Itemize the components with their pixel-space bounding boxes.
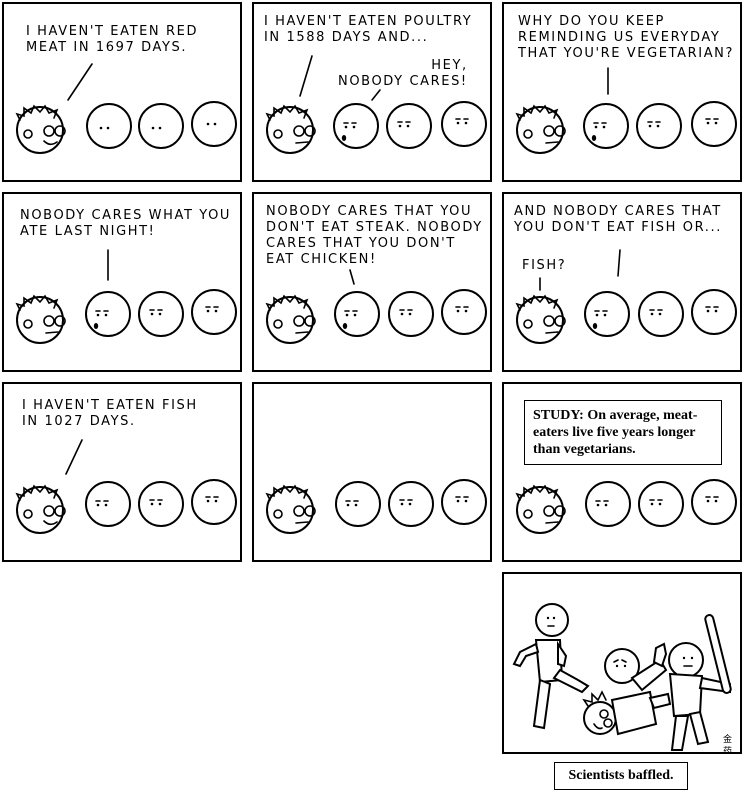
glasses-guy — [15, 104, 66, 154]
friend-2 — [138, 291, 184, 337]
comic-panel-5: Nobody cares that you don't eat steak. N… — [252, 192, 492, 372]
friend-3 — [691, 101, 737, 147]
friend-3 — [191, 289, 237, 335]
friend-2 — [636, 103, 682, 149]
glasses-guy — [15, 484, 66, 534]
friend-1 — [85, 291, 131, 337]
panel-drawing — [15, 249, 237, 344]
panel-drawing — [515, 249, 737, 344]
glasses-guy — [515, 294, 566, 344]
comic-panel-7: I haven't eaten fish in 1027 days. — [2, 382, 242, 562]
friend-1 — [86, 103, 132, 149]
kicking-figure — [512, 603, 590, 730]
comic-panel-4: Nobody cares what you ate last night! — [2, 192, 242, 372]
friend-2 — [388, 481, 434, 527]
friend-3 — [691, 289, 737, 335]
friend-3 — [441, 289, 487, 335]
comic-panel-9: STUDY: On average, meat-eaters live five… — [502, 382, 742, 562]
glasses-guy — [515, 104, 566, 154]
comic-panel-3: Why do you keep reminding us everyday th… — [502, 2, 742, 182]
panel-drawing — [15, 439, 237, 534]
friend-3 — [441, 479, 487, 525]
friend-1 — [333, 103, 379, 149]
friend-3 — [441, 101, 487, 147]
artist-signature: 金 药 悸 — [721, 733, 732, 754]
beating-scene-drawing: 金 药 悸 — [512, 603, 732, 754]
friend-2 — [388, 291, 434, 337]
friend-1 — [583, 103, 629, 149]
friend-2 — [638, 291, 684, 337]
panel-drawing — [265, 479, 487, 534]
friend-2 — [138, 103, 184, 149]
friend-1 — [584, 291, 630, 337]
comic-panel-6: And nobody cares that you don't eat fish… — [502, 192, 742, 372]
panel-drawing — [515, 67, 737, 154]
scientists-baffled-caption: Scientists baffled. — [554, 762, 688, 790]
punching-figure — [604, 642, 668, 692]
panel-drawing — [265, 269, 487, 344]
comic-panel-2: I haven't eaten poultry in 1588 days and… — [252, 2, 492, 182]
friend-2 — [386, 103, 432, 149]
comic-panel-8 — [252, 382, 492, 562]
friend-2 — [638, 481, 684, 527]
panel-drawing — [265, 55, 487, 154]
panel-drawing — [515, 479, 737, 534]
friend-1 — [585, 481, 631, 527]
friend-1 — [334, 291, 380, 337]
glasses-guy — [265, 294, 316, 344]
friend-3 — [191, 101, 237, 147]
bat-figure — [668, 614, 732, 751]
friend-1 — [85, 481, 131, 527]
comic-panel-1: I haven't eaten red meat in 1697 days. — [2, 2, 242, 182]
comic-panel-10: 金 药 悸 — [502, 572, 742, 754]
glasses-guy — [265, 484, 316, 534]
friend-3 — [191, 479, 237, 525]
glasses-guy — [515, 484, 566, 534]
panel-drawing — [15, 63, 237, 154]
friend-2 — [138, 481, 184, 527]
friend-3 — [691, 479, 737, 525]
victim-glasses-guy — [582, 690, 672, 736]
glasses-guy — [265, 104, 316, 154]
glasses-guy — [15, 294, 66, 344]
friend-1 — [335, 481, 381, 527]
